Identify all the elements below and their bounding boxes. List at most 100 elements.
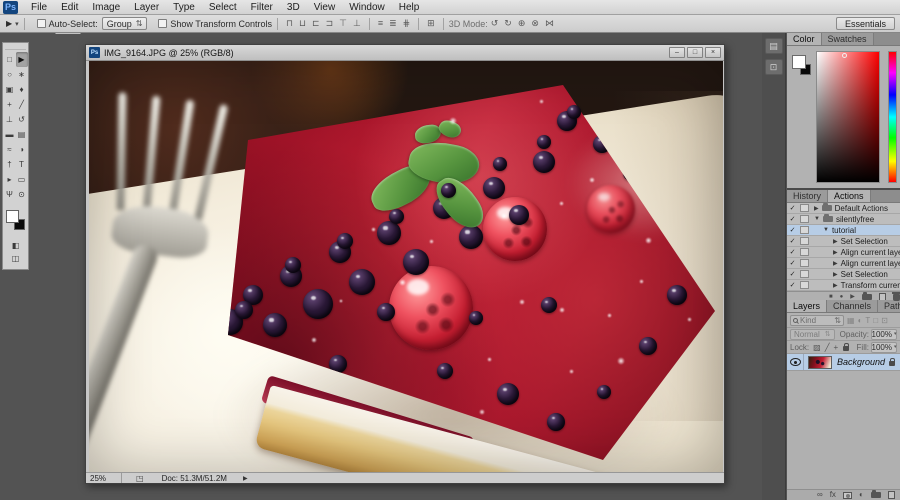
gradient-tool[interactable]: ▤ [16, 127, 28, 142]
toggle-item-check-icon[interactable]: ✓ [787, 226, 798, 234]
move-tool-icon[interactable]: ▶ [6, 19, 13, 28]
new-action-set-icon[interactable] [862, 294, 872, 300]
menu-item[interactable]: Window [342, 0, 392, 15]
rectangle-shape-tool[interactable]: ▭ [16, 172, 28, 187]
tab-layers[interactable]: Layers [787, 300, 827, 312]
color-picker-marker[interactable] [842, 53, 847, 58]
move-tool[interactable]: ▶ [16, 52, 28, 67]
toggle-item-check-icon[interactable]: ✓ [787, 237, 798, 245]
action-step-align-layer[interactable]: ✓ ▶ Align current layer [787, 258, 900, 269]
tools-grip[interactable] [5, 45, 26, 50]
distribute-icon[interactable]: ⋕ [400, 15, 414, 32]
3d-mode-icon[interactable]: ⊗ [528, 15, 542, 32]
dodge-tool[interactable]: ◑ [16, 142, 28, 157]
opacity-field[interactable]: 100% ▾ [871, 329, 897, 340]
crop-tool[interactable]: ▣ [4, 82, 16, 97]
auto-select-scope-dropdown[interactable]: Group ⇅ [102, 17, 148, 30]
blend-mode-dropdown[interactable]: Normal ⇅ [790, 329, 835, 340]
new-layer-icon[interactable] [888, 491, 895, 499]
minimize-button[interactable]: – [669, 47, 685, 58]
clone-stamp-tool[interactable]: ⊥ [4, 112, 16, 127]
layer-filter-icon[interactable]: T [865, 316, 870, 325]
lasso-tool[interactable]: ○ [4, 67, 16, 82]
canvas-image[interactable] [89, 61, 723, 473]
dialog-toggle-box[interactable] [800, 259, 809, 267]
stop-recording-button[interactable]: ■ [829, 294, 833, 300]
dialog-toggle-box[interactable] [800, 281, 809, 289]
zoom-tool[interactable]: ⊙ [16, 187, 28, 202]
align-icon[interactable]: ⊥ [350, 15, 364, 32]
layer-filter-icon[interactable]: ⊡ [881, 316, 888, 325]
foreground-color-swatch[interactable] [792, 55, 806, 69]
expand-arrow-icon[interactable]: ▶ [833, 271, 838, 278]
saturation-brightness-map[interactable] [816, 51, 880, 183]
3d-mode-icon[interactable]: ⊕ [515, 15, 529, 32]
dialog-toggle-box[interactable] [800, 226, 809, 234]
expand-arrow-icon[interactable]: ▼ [823, 227, 829, 233]
adjustment-layer-icon[interactable]: ◐ [859, 491, 864, 499]
dialog-toggle-box[interactable] [800, 248, 809, 256]
expand-arrow-icon[interactable]: ▶ [833, 260, 838, 267]
play-action-button[interactable]: ▶ [850, 294, 855, 300]
lock-option-icon[interactable]: ╱ [825, 343, 830, 352]
toggle-item-check-icon[interactable]: ✓ [787, 204, 798, 212]
show-transform-checkbox[interactable] [158, 19, 167, 28]
auto-align-icon[interactable]: ⊞ [424, 15, 438, 32]
maximize-button[interactable]: □ [687, 47, 703, 58]
fill-field[interactable]: 100% ▾ [871, 342, 897, 353]
toggle-item-check-icon[interactable]: ✓ [787, 248, 798, 256]
add-layer-mask-icon[interactable] [843, 492, 852, 499]
3d-mode-icon[interactable]: ↻ [501, 15, 515, 32]
tab-paths[interactable]: Paths [878, 300, 900, 312]
foreground-color-swatch[interactable] [6, 210, 19, 223]
close-button[interactable]: × [705, 47, 721, 58]
expand-arrow-icon[interactable]: ▶ [833, 249, 838, 256]
layer-filter-icon[interactable]: □ [873, 316, 878, 325]
dialog-toggle-box[interactable] [800, 204, 809, 212]
layer-filter-icon[interactable]: ▦ [847, 316, 855, 325]
dialog-toggle-box[interactable] [800, 270, 809, 278]
pen-tool[interactable]: † [4, 157, 16, 172]
tab-swatches[interactable]: Swatches [822, 33, 874, 45]
align-icon[interactable]: ⊏ [309, 15, 323, 32]
collapsed-panel-icon-1[interactable]: ▤ [765, 38, 783, 54]
rect-marquee-tool[interactable]: □ [4, 52, 16, 67]
tool-preset-caret-icon[interactable]: ▾ [15, 20, 19, 28]
action-set-default-actions[interactable]: ✓ ▶ Default Actions [787, 203, 900, 214]
action-step-set-selection[interactable]: ✓ ▶ Set Selection [787, 236, 900, 247]
expand-arrow-icon[interactable]: ▶ [833, 238, 838, 245]
record-button[interactable]: ● [840, 294, 844, 300]
brush-tool[interactable]: ╱ [16, 97, 28, 112]
layers-bar-icon[interactable]: fx [830, 491, 836, 499]
toggle-item-check-icon[interactable]: ✓ [787, 259, 798, 267]
new-group-icon[interactable] [871, 492, 881, 498]
hue-ramp[interactable] [888, 51, 897, 183]
collapsed-panel-icon-2[interactable]: ⊡ [765, 59, 783, 75]
document-title-bar[interactable]: Ps IMG_9164.JPG @ 25% (RGB/8) – □ × [86, 45, 724, 61]
distribute-icon[interactable]: ≡ [375, 15, 386, 32]
healing-brush-tool[interactable]: + [4, 97, 16, 112]
layer-thumbnail[interactable] [808, 356, 832, 369]
lock-option-icon[interactable]: + [834, 343, 839, 352]
auto-select-checkbox[interactable] [37, 19, 46, 28]
menu-item[interactable]: Image [85, 0, 127, 15]
hand-tool[interactable]: Ψ [4, 187, 16, 202]
menu-item[interactable]: 3D [280, 0, 307, 15]
blur-tool[interactable]: ≈ [4, 142, 16, 157]
path-selection-tool[interactable]: ▸ [4, 172, 16, 187]
toggle-item-check-icon[interactable]: ✓ [787, 281, 798, 289]
workflow-icon[interactable]: ◳ [136, 474, 144, 483]
align-icon[interactable]: ⊔ [296, 15, 309, 32]
menu-item[interactable]: Help [392, 0, 427, 15]
lock-all-icon[interactable] [843, 346, 849, 351]
menu-item[interactable]: View [307, 0, 343, 15]
delete-action-icon[interactable] [893, 294, 900, 301]
toggle-item-check-icon[interactable]: ✓ [787, 270, 798, 278]
menu-item[interactable]: File [24, 0, 54, 15]
menu-item[interactable]: Layer [127, 0, 166, 15]
align-icon[interactable]: ⊓ [283, 15, 296, 32]
layers-bar-icon[interactable]: ∞ [817, 491, 823, 499]
menu-item[interactable]: Filter [244, 0, 280, 15]
eyedropper-tool[interactable]: ♦ [16, 82, 28, 97]
dialog-toggle-box[interactable] [800, 215, 809, 223]
